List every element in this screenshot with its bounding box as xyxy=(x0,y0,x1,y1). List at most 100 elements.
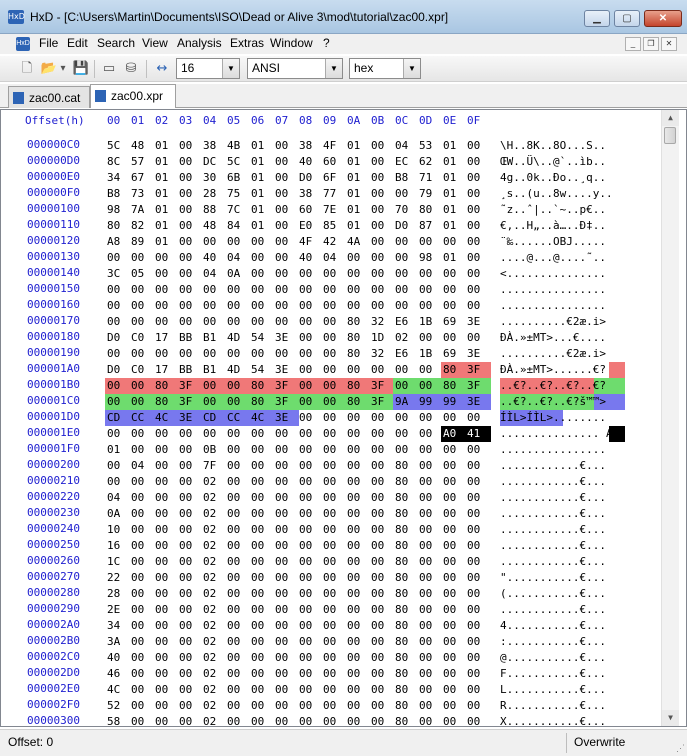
hex-byte[interactable]: 40 xyxy=(105,650,131,666)
hex-byte[interactable]: 00 xyxy=(105,346,131,362)
hex-byte[interactable]: 98 xyxy=(105,202,131,218)
scrollbar-thumb[interactable] xyxy=(664,127,676,144)
hex-byte[interactable]: 00 xyxy=(465,298,491,314)
hex-byte[interactable]: 00 xyxy=(225,650,251,666)
hex-byte[interactable]: 00 xyxy=(345,682,371,698)
hex-byte[interactable]: 00 xyxy=(129,442,155,458)
status-mode[interactable]: Overwrite xyxy=(574,735,625,749)
hex-byte[interactable]: 00 xyxy=(441,410,467,426)
hex-byte[interactable]: 00 xyxy=(369,682,395,698)
hex-byte[interactable]: 00 xyxy=(201,314,227,330)
hex-byte[interactable]: 00 xyxy=(153,538,179,554)
hex-byte[interactable]: 00 xyxy=(177,490,203,506)
hex-byte[interactable]: 00 xyxy=(105,282,131,298)
hex-byte[interactable]: 88 xyxy=(201,202,227,218)
hex-byte[interactable]: 00 xyxy=(105,458,131,474)
hex-byte[interactable]: 00 xyxy=(417,634,443,650)
hex-byte[interactable]: 00 xyxy=(201,346,227,362)
hex-byte[interactable]: 00 xyxy=(153,570,179,586)
hex-byte[interactable]: 00 xyxy=(441,490,467,506)
hex-byte[interactable]: 00 xyxy=(105,378,131,394)
ascii-text[interactable]: R...........€... xyxy=(500,698,632,714)
hex-byte[interactable]: 00 xyxy=(417,458,443,474)
hex-byte[interactable]: 80 xyxy=(345,330,371,346)
hex-byte[interactable]: 00 xyxy=(369,298,395,314)
hex-byte[interactable]: 00 xyxy=(273,442,299,458)
ascii-text[interactable]: ................ xyxy=(500,298,632,314)
hex-byte[interactable]: 00 xyxy=(297,698,323,714)
hex-byte[interactable]: 00 xyxy=(393,298,419,314)
hex-byte[interactable]: 00 xyxy=(369,650,395,666)
hex-byte[interactable]: 00 xyxy=(369,666,395,682)
hex-byte[interactable]: 3F xyxy=(177,394,203,410)
hex-byte[interactable]: 00 xyxy=(321,602,347,618)
hex-byte[interactable]: 80 xyxy=(393,586,419,602)
hex-byte[interactable]: 01 xyxy=(441,250,467,266)
hex-byte[interactable]: 00 xyxy=(465,282,491,298)
hex-byte[interactable]: 00 xyxy=(177,474,203,490)
hex-byte[interactable]: D0 xyxy=(297,170,323,186)
hex-byte[interactable]: 00 xyxy=(345,266,371,282)
menu-extras[interactable]: Extras xyxy=(230,36,264,50)
hex-byte[interactable]: 00 xyxy=(153,282,179,298)
hex-byte[interactable]: 38 xyxy=(297,186,323,202)
hex-byte[interactable]: 00 xyxy=(177,682,203,698)
hex-byte[interactable]: 00 xyxy=(393,410,419,426)
hex-byte[interactable]: 00 xyxy=(321,410,347,426)
hex-byte[interactable]: 80 xyxy=(393,522,419,538)
hex-byte[interactable]: 00 xyxy=(273,618,299,634)
hex-byte[interactable]: 00 xyxy=(345,490,371,506)
hex-byte[interactable]: 34 xyxy=(105,618,131,634)
hex-byte[interactable]: 00 xyxy=(225,570,251,586)
open-dropdown-icon[interactable]: ▾ xyxy=(58,60,68,78)
mdi-close-button[interactable]: ✕ xyxy=(661,37,677,51)
hex-byte[interactable]: 00 xyxy=(297,714,323,726)
hex-byte[interactable]: 02 xyxy=(201,650,227,666)
close-button[interactable]: ✕ xyxy=(644,10,682,27)
open-disk-icon[interactable]: ⛁ xyxy=(122,60,140,78)
hex-byte[interactable]: 00 xyxy=(369,442,395,458)
hex-byte[interactable]: 00 xyxy=(369,234,395,250)
hex-byte[interactable]: 00 xyxy=(345,586,371,602)
hex-byte[interactable]: 00 xyxy=(369,506,395,522)
ascii-text[interactable]: ............€... xyxy=(500,602,632,618)
hex-byte[interactable]: 60 xyxy=(321,154,347,170)
hex-byte[interactable]: 00 xyxy=(225,442,251,458)
hex-byte[interactable]: 00 xyxy=(417,506,443,522)
hex-byte[interactable]: B8 xyxy=(105,186,131,202)
hex-byte[interactable]: 00 xyxy=(201,426,227,442)
hex-byte[interactable]: 84 xyxy=(225,218,251,234)
hex-byte[interactable]: 00 xyxy=(273,218,299,234)
hex-byte[interactable]: 00 xyxy=(105,250,131,266)
hex-byte[interactable]: 00 xyxy=(249,442,275,458)
hex-byte[interactable]: 48 xyxy=(201,218,227,234)
hex-byte[interactable]: 00 xyxy=(297,522,323,538)
hex-byte[interactable]: 00 xyxy=(417,234,443,250)
hex-byte[interactable]: 00 xyxy=(321,570,347,586)
hex-byte[interactable]: 00 xyxy=(345,458,371,474)
hex-byte[interactable]: 00 xyxy=(153,346,179,362)
hex-byte[interactable]: 00 xyxy=(297,490,323,506)
hex-byte[interactable]: 00 xyxy=(321,666,347,682)
hex-byte[interactable]: 00 xyxy=(441,474,467,490)
hex-byte[interactable]: 00 xyxy=(225,314,251,330)
hex-byte[interactable]: 00 xyxy=(105,474,131,490)
hex-byte[interactable]: 80 xyxy=(393,474,419,490)
hex-byte[interactable]: 46 xyxy=(105,666,131,682)
hex-byte[interactable]: 01 xyxy=(345,202,371,218)
hex-byte[interactable]: 00 xyxy=(273,154,299,170)
hex-byte[interactable]: 00 xyxy=(273,282,299,298)
hex-byte[interactable]: 00 xyxy=(297,314,323,330)
hex-byte[interactable]: 17 xyxy=(153,330,179,346)
hex-byte[interactable]: 00 xyxy=(129,650,155,666)
hex-byte[interactable]: 00 xyxy=(441,266,467,282)
hex-byte[interactable]: 00 xyxy=(177,618,203,634)
hex-byte[interactable]: 80 xyxy=(393,666,419,682)
hex-byte[interactable]: 80 xyxy=(393,538,419,554)
hex-byte[interactable]: B1 xyxy=(201,362,227,378)
hex-byte[interactable]: 00 xyxy=(273,602,299,618)
hex-byte[interactable]: 00 xyxy=(177,538,203,554)
hex-byte[interactable]: 00 xyxy=(153,506,179,522)
hex-byte[interactable]: 00 xyxy=(273,474,299,490)
hex-byte[interactable]: 00 xyxy=(177,426,203,442)
